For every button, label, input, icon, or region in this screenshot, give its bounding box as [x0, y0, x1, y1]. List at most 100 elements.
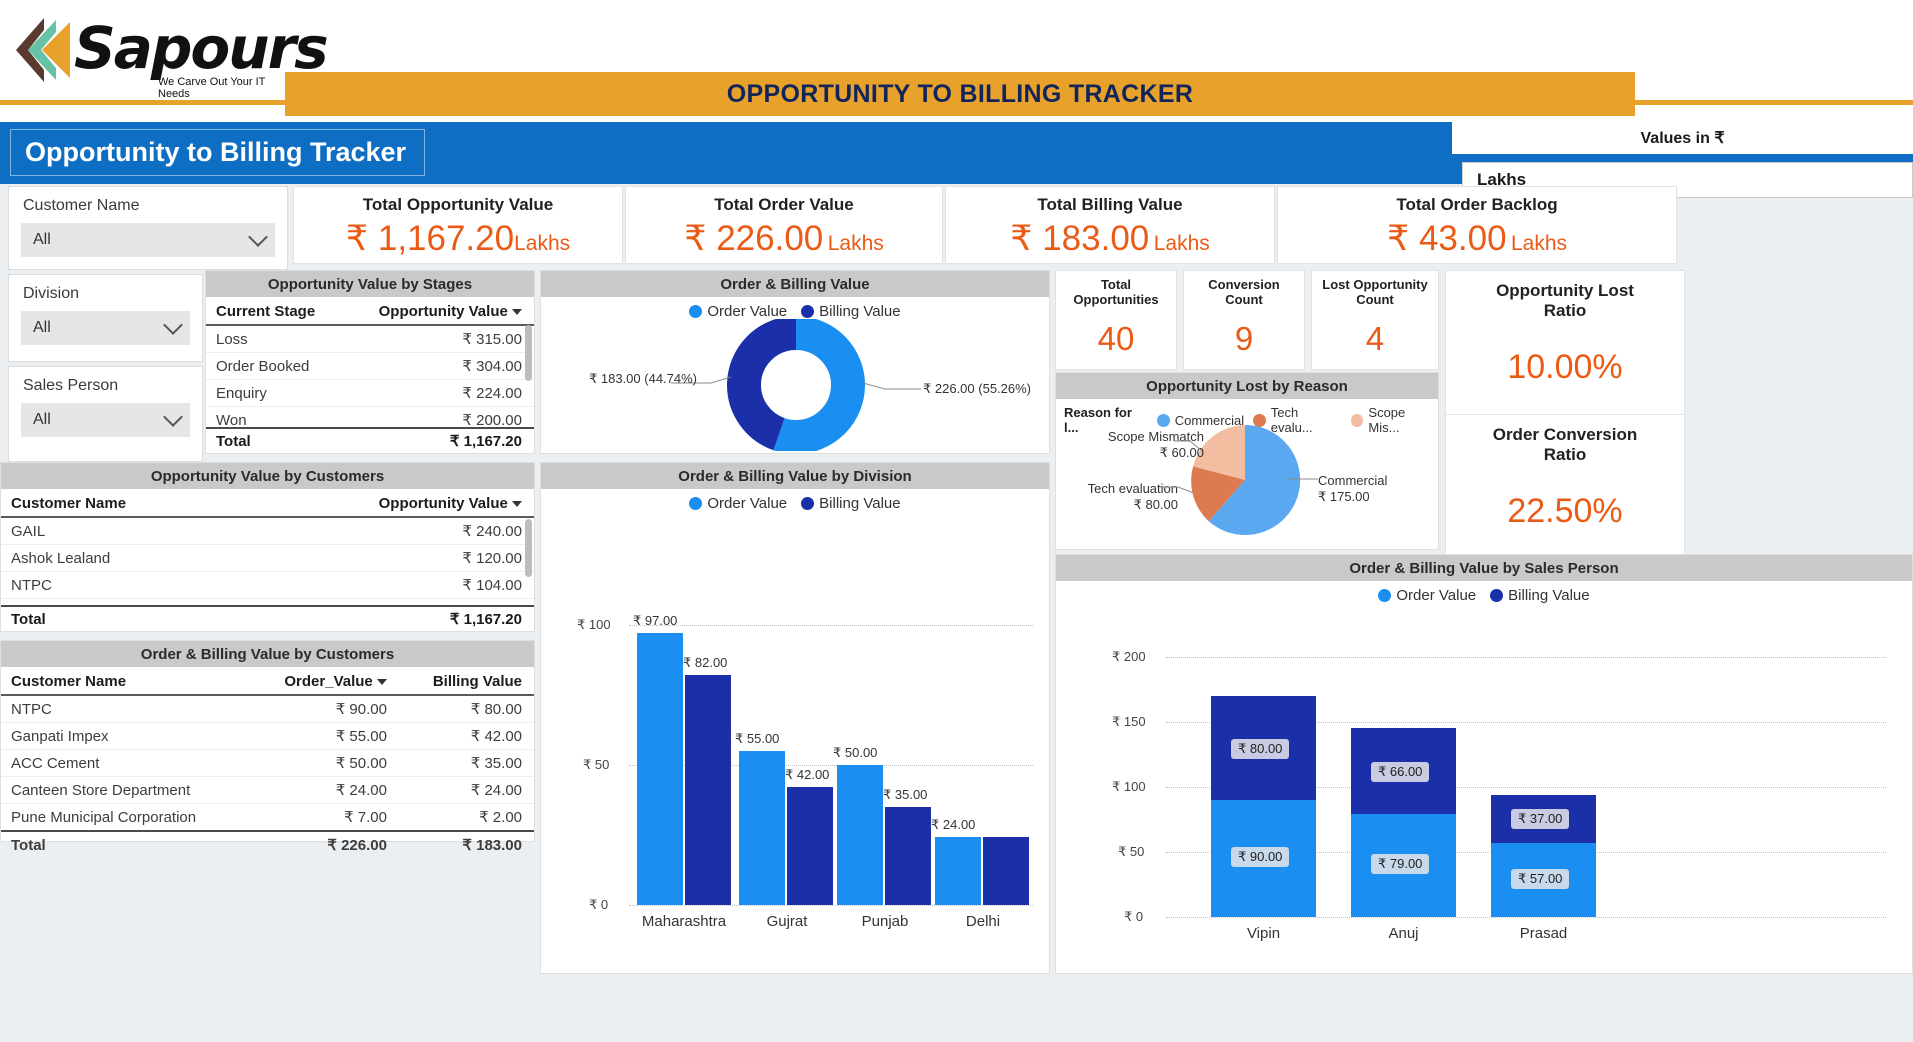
slicer-customer-name[interactable]: Customer Name All	[8, 186, 288, 270]
kpi-total-order-backlog[interactable]: Total Order Backlog ₹ 43.00 Lakhs	[1277, 186, 1677, 264]
legend-item-order-value[interactable]: Order Value	[689, 303, 787, 320]
kpi-total-order-value[interactable]: Total Order Value ₹ 226.00 Lakhs	[625, 186, 943, 264]
table-row[interactable]: Canteen Store Department ₹ 24.00 ₹ 24.00	[1, 776, 534, 804]
col-current-stage[interactable]: Current Stage	[206, 297, 354, 326]
col-order-value[interactable]: Order_Value	[247, 667, 399, 696]
table-row[interactable]: GAIL ₹ 240.00	[1, 517, 534, 545]
kpi-total-billing-value[interactable]: Total Billing Value ₹ 183.00 Lakhs	[945, 186, 1275, 264]
kpi-total-opportunities[interactable]: Total Opportunities 40	[1055, 270, 1177, 370]
table-row[interactable]: Order Booked ₹ 304.00	[206, 352, 534, 380]
table-row[interactable]: Ashok Lealand ₹ 120.00	[1, 544, 534, 572]
table-row[interactable]: Enquiry ₹ 224.00	[206, 379, 534, 407]
cell-value: ₹ 104.00	[238, 571, 534, 599]
col-customer-name[interactable]: Customer Name	[1, 667, 248, 696]
legend-item-scope-mismatch[interactable]: Scope Mis...	[1350, 405, 1438, 435]
slicer-division[interactable]: Division All	[8, 274, 203, 362]
kpi-unit: Lakhs	[1510, 232, 1568, 255]
report-title: Opportunity to Billing Tracker	[25, 137, 407, 167]
banner-title-band: OPPORTUNITY TO BILLING TRACKER	[285, 72, 1635, 116]
bar-order-punjab[interactable]	[837, 765, 883, 905]
table-header-row: Customer Name Order_Value Billing Value	[1, 667, 534, 696]
cell-customer: GAIL	[1, 517, 239, 545]
slicer-sales-person[interactable]: Sales Person All	[8, 366, 203, 462]
legend-item-billing-value[interactable]: Billing Value	[801, 495, 901, 512]
chevron-down-icon[interactable]	[248, 227, 268, 247]
table-header-row: Customer Name Opportunity Value	[1, 489, 534, 518]
bar-billing-punjab[interactable]	[885, 807, 931, 905]
legend-swatch-icon	[1378, 589, 1392, 602]
table-row[interactable]: NTPC ₹ 104.00	[1, 571, 534, 599]
kpi-lost-opportunity-count[interactable]: Lost Opportunity Count 4	[1311, 270, 1439, 370]
col-customer-name[interactable]: Customer Name	[1, 489, 239, 518]
datalabel-order-punjab: ₹ 50.00	[833, 745, 878, 760]
total-order: ₹ 226.00	[247, 830, 399, 859]
cell-value: ₹ 240.00	[238, 517, 534, 545]
pie-leader-scope	[1174, 440, 1203, 452]
kpi-total-opportunity-value[interactable]: Total Opportunity Value ₹ 1,167.20Lakhs	[293, 186, 623, 264]
cell-value: ₹ 224.00	[353, 379, 534, 407]
table-row[interactable]: NTPC ₹ 90.00 ₹ 80.00	[1, 695, 534, 723]
division-plot-area[interactable]: ₹ 100 ₹ 50 ₹ 0 ₹ 97.00 ₹ 82.00 Maharasht…	[541, 519, 1051, 975]
order-billing-by-customers-card: Order & Billing Value by Customers Custo…	[0, 640, 535, 859]
datalabel-order-prasad: ₹ 57.00	[1511, 869, 1570, 889]
table-row[interactable]: Loss ₹ 315.00	[206, 325, 534, 353]
order-billing-value-donut-card: Order & Billing Value Order Value Billin…	[540, 270, 1050, 454]
total-label: Total	[216, 432, 251, 450]
kpi-opportunity-lost-ratio[interactable]: Opportunity Lost Ratio 10.00%	[1445, 270, 1685, 430]
total-value: ₹ 1,167.20	[449, 611, 522, 628]
slicer-dropdown[interactable]: All	[21, 311, 190, 345]
sort-caret-icon[interactable]	[512, 501, 522, 508]
legend-item-billing-value[interactable]: Billing Value	[1490, 587, 1590, 604]
kpi-unit: Lakhs	[827, 232, 884, 255]
legend-item-billing-value[interactable]: Billing Value	[801, 303, 901, 320]
col-opportunity-value[interactable]: Opportunity Value	[238, 489, 534, 518]
col-billing-value[interactable]: Billing Value	[398, 667, 534, 696]
table-row[interactable]: Pune Municipal Corporation ₹ 7.00 ₹ 2.00	[1, 803, 534, 832]
donut-chart[interactable]	[726, 319, 866, 451]
slicer-dropdown[interactable]: All	[21, 223, 275, 257]
chevron-down-icon[interactable]	[163, 407, 183, 427]
slicer-label: Division	[23, 285, 80, 302]
xtick-delhi: Delhi	[965, 913, 1001, 930]
kpi-title: Total Billing Value	[1037, 195, 1183, 214]
pie-leader-tech	[1160, 486, 1195, 494]
xtick-anuj: Anuj	[1388, 925, 1419, 942]
donut-label-billing: ₹ 183.00 (44.74%)	[589, 371, 698, 386]
cell-stage: Order Booked	[206, 352, 354, 380]
kpi-value: 22.50%	[1507, 491, 1623, 530]
bar-billing-maharashtra[interactable]	[685, 675, 731, 905]
donut-legend: Order Value Billing Value	[541, 297, 1049, 320]
scrollbar-thumb[interactable]	[525, 325, 532, 381]
bar-billing-gujrat[interactable]	[787, 787, 833, 905]
datalabel-order-delhi: ₹ 24.00	[931, 817, 976, 832]
legend-item-order-value[interactable]: Order Value	[689, 495, 787, 512]
gridline	[629, 905, 1033, 906]
card-header: Order & Billing Value	[541, 271, 1049, 297]
bar-order-delhi[interactable]	[935, 837, 981, 905]
bar-order-gujrat[interactable]	[739, 751, 785, 905]
sales-person-plot-area[interactable]: ₹ 200 ₹ 150 ₹ 100 ₹ 50 ₹ 0 ₹ 80.00 ₹ 90.…	[1056, 611, 1913, 975]
bar-order-maharashtra[interactable]	[637, 633, 683, 905]
sort-caret-icon[interactable]	[376, 679, 387, 686]
sort-caret-icon[interactable]	[512, 309, 522, 316]
datalabel-billing-punjab: ₹ 35.00	[883, 787, 928, 802]
kpi-title: Total Order Value	[714, 195, 854, 214]
table-row[interactable]: ACC Cement ₹ 50.00 ₹ 35.00	[1, 749, 534, 777]
kpi-value: 40	[1097, 319, 1135, 357]
slicer-dropdown[interactable]: All	[21, 403, 190, 437]
bar-billing-delhi[interactable]	[983, 837, 1029, 905]
table-row[interactable]: Ganpati Impex ₹ 55.00 ₹ 42.00	[1, 722, 534, 750]
col-opportunity-value[interactable]: Opportunity Value	[353, 297, 534, 326]
card-header: Opportunity Lost by Reason	[1056, 373, 1438, 399]
kpi-value-row: ₹ 183.00 Lakhs	[946, 219, 1274, 259]
kpi-value: ₹ 43.00	[1386, 219, 1507, 258]
table-total-row: Total ₹ 226.00 ₹ 183.00	[1, 830, 534, 859]
card-header: Opportunity Value by Customers	[1, 463, 534, 489]
legend-item-order-value[interactable]: Order Value	[1378, 587, 1476, 604]
cell-customer: Ganpati Impex	[1, 722, 248, 750]
kpi-order-conversion-ratio[interactable]: Order Conversion Ratio 22.50%	[1445, 414, 1685, 574]
kpi-conversion-count[interactable]: Conversion Count 9	[1183, 270, 1305, 370]
slicer-label: Sales Person	[23, 377, 119, 394]
scrollbar-thumb[interactable]	[525, 519, 532, 577]
chevron-down-icon[interactable]	[163, 315, 183, 335]
